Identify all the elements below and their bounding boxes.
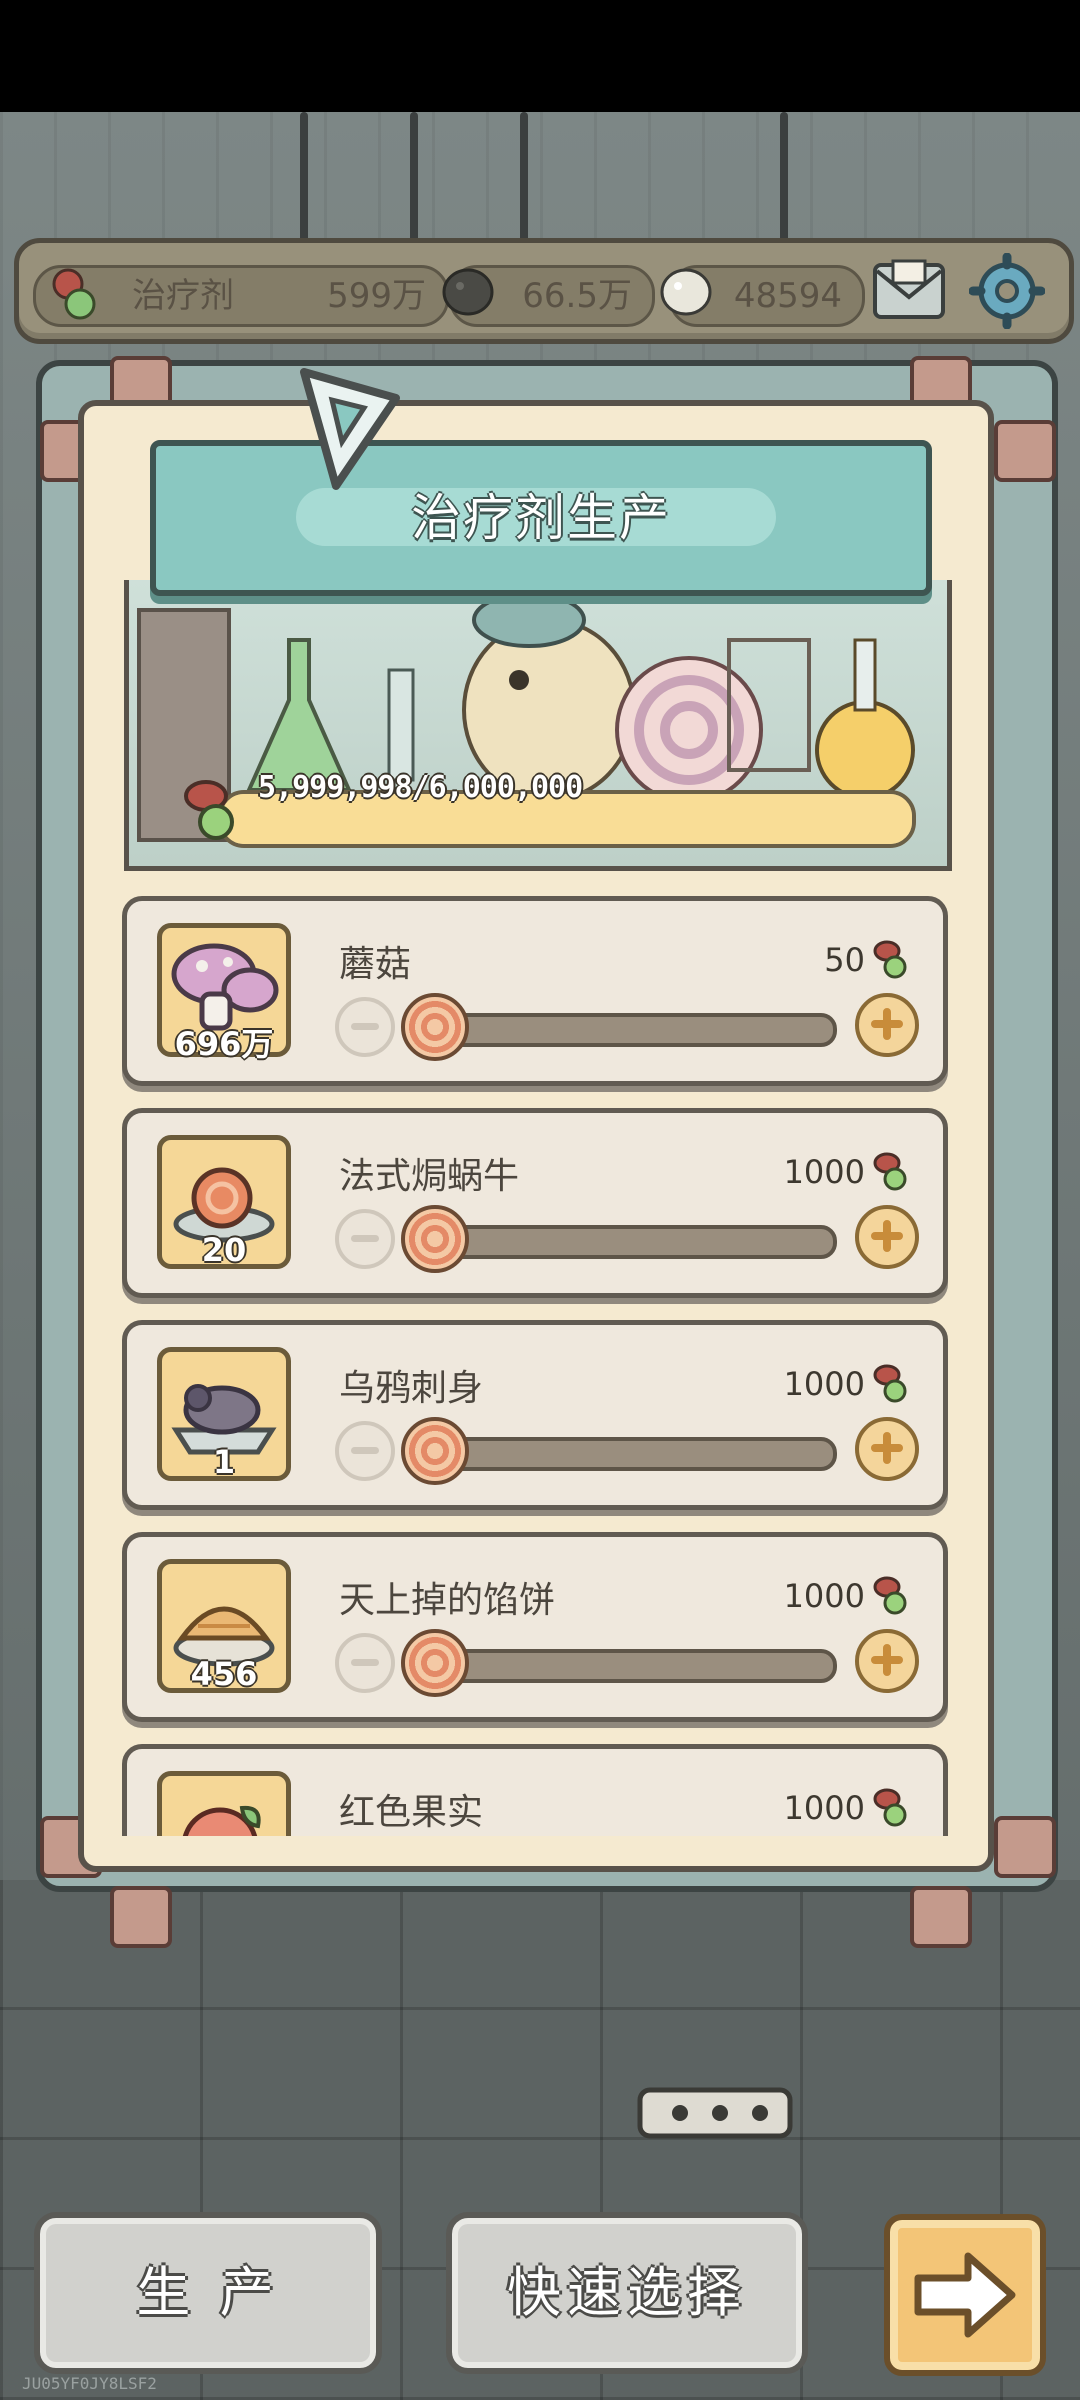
increase-button[interactable] xyxy=(855,1629,919,1693)
decrease-button[interactable] xyxy=(335,1421,395,1481)
triangle-emblem-icon xyxy=(300,368,400,490)
produce-button-label: 生 产 xyxy=(136,2261,280,2324)
healing-potion-value: 599万 xyxy=(327,276,426,316)
potion-mushroom-icon xyxy=(873,1576,907,1615)
mail-icon[interactable] xyxy=(871,257,947,323)
arrow-right-icon xyxy=(914,2252,1016,2338)
ingredient-card-escargot: 20 法式焗蜗牛 1000 xyxy=(122,1108,948,1298)
slider-knob-snail-shell-icon[interactable] xyxy=(401,993,469,1061)
panel-title-banner: 治疗剂生产 xyxy=(150,440,932,596)
ingredient-count: 1 xyxy=(212,1443,236,1481)
ingredient-count: 456 xyxy=(190,1655,258,1693)
produce-button[interactable]: 生 产 xyxy=(34,2212,382,2374)
ingredient-card-crow-sashimi: 1 乌鸦刺身 1000 xyxy=(122,1320,948,1510)
quantity-slider[interactable] xyxy=(419,1437,837,1471)
gear-icon[interactable] xyxy=(969,253,1045,329)
ingredient-name: 天上掉的馅饼 xyxy=(339,1580,556,1621)
slider-knob-snail-shell-icon[interactable] xyxy=(401,1629,469,1697)
ingredient-cost: 1000 xyxy=(783,1153,865,1191)
light-bubble-value: 48594 xyxy=(733,276,842,316)
dark-bubble-counter[interactable]: 66.5万 xyxy=(442,265,655,327)
dark-bubble-value: 66.5万 xyxy=(522,276,632,316)
ingredient-cost: 1000 xyxy=(783,1577,865,1615)
ingredient-slot xyxy=(157,1771,291,1836)
ingredient-name: 蘑菇 xyxy=(339,944,412,985)
slider-knob-snail-shell-icon[interactable] xyxy=(401,1205,469,1273)
ingredient-cost: 50 xyxy=(824,941,865,979)
ingredient-cost: 1000 xyxy=(783,1789,865,1827)
ingredient-count: 696万 xyxy=(174,1025,274,1063)
next-button[interactable] xyxy=(884,2214,1046,2376)
resource-bar: 治疗剂 599万 66.5万 48594 xyxy=(14,238,1074,344)
quantity-slider[interactable] xyxy=(419,1013,837,1047)
ingredient-count: 20 xyxy=(201,1231,247,1269)
dark-bubble-icon xyxy=(442,268,494,316)
ingredient-name: 红色果实 xyxy=(339,1792,484,1833)
ingredient-name: 法式焗蜗牛 xyxy=(339,1156,520,1197)
light-bubble-icon xyxy=(660,268,712,316)
quick-select-button[interactable]: 快速选择 xyxy=(446,2212,808,2374)
status-bar xyxy=(0,0,1080,112)
potion-mushroom-icon xyxy=(184,780,234,840)
ingredient-name: 乌鸦刺身 xyxy=(339,1368,484,1409)
quantity-slider[interactable] xyxy=(419,1225,837,1259)
watermark-text: JU05YF0JY8LSF2 xyxy=(22,2374,157,2393)
potion-mushroom-icon xyxy=(873,1152,907,1191)
healing-potion-label: 治疗剂 xyxy=(132,276,234,316)
decrease-button[interactable] xyxy=(335,1209,395,1269)
increase-button[interactable] xyxy=(855,1205,919,1269)
potion-mushroom-icon xyxy=(873,1364,907,1403)
decrease-button[interactable] xyxy=(335,1633,395,1693)
ingredient-list[interactable]: 696万 蘑菇 50 20 法式焗蜗牛 1000 1 乌鸦刺身 1000 456… xyxy=(122,896,948,1836)
red-fruit-icon xyxy=(182,1805,261,1836)
production-progress-text: 5,999,998/6,000,000 xyxy=(258,770,583,805)
quick-select-button-label: 快速选择 xyxy=(507,2261,747,2324)
increase-button[interactable] xyxy=(855,1417,919,1481)
ingredient-cost: 1000 xyxy=(783,1365,865,1403)
light-bubble-counter[interactable]: 48594 xyxy=(660,265,865,327)
potion-mushroom-icon xyxy=(52,268,96,320)
increase-button[interactable] xyxy=(855,993,919,1057)
ingredient-card-mushroom: 696万 蘑菇 50 xyxy=(122,896,948,1086)
potion-mushroom-icon xyxy=(873,1788,907,1827)
healing-potion-counter[interactable]: 治疗剂 599万 xyxy=(33,265,449,327)
ingredient-card-red-fruit: 红色果实 1000 xyxy=(122,1744,948,1836)
potion-mushroom-icon xyxy=(873,940,907,979)
panel-title: 治疗剂生产 xyxy=(411,489,671,547)
decrease-button[interactable] xyxy=(335,997,395,1057)
quantity-slider[interactable] xyxy=(419,1649,837,1683)
slider-knob-snail-shell-icon[interactable] xyxy=(401,1417,469,1485)
power-strip-icon xyxy=(637,2087,793,2139)
ingredient-card-pie: 456 天上掉的馅饼 1000 xyxy=(122,1532,948,1722)
